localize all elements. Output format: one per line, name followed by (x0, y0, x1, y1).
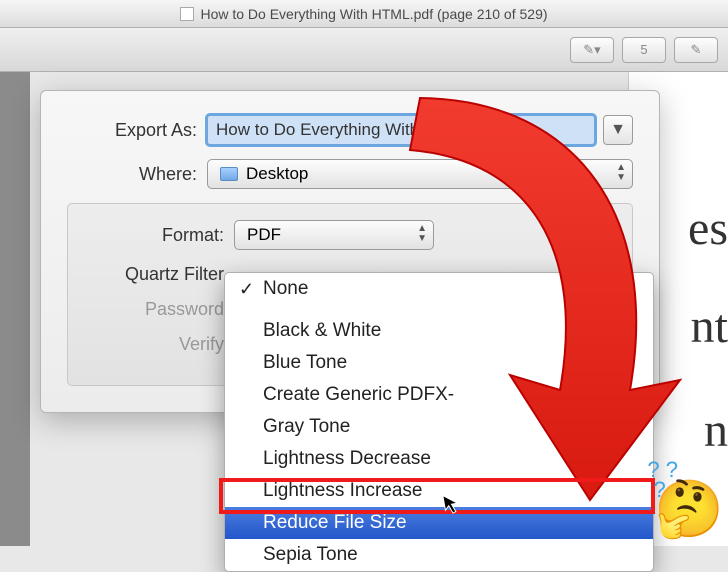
format-label: Format: (84, 225, 234, 246)
where-label: Where: (67, 164, 207, 185)
filter-option-blue[interactable]: Blue Tone (225, 347, 653, 379)
export-as-field[interactable]: How to Do Everything With HTML (207, 115, 595, 145)
filter-option-label: Gray Tone (263, 416, 350, 437)
verify-label: Verify (84, 334, 234, 355)
format-select[interactable]: PDF ▲▼ (234, 220, 434, 250)
chevron-down-icon: ▼ (610, 121, 626, 139)
document-icon (180, 7, 194, 21)
filter-option-pdfx[interactable]: Create Generic PDFX- (225, 379, 653, 411)
toolbar: ✎▾ 5 ✎ (0, 28, 728, 72)
toolbar-annotate-button[interactable]: ✎▾ (570, 37, 614, 63)
updown-icon: ▲▼ (616, 163, 626, 183)
filter-option-light-dec[interactable]: Lightness Decrease (225, 443, 653, 475)
filter-option-label: None (263, 278, 308, 299)
background-text: n (704, 400, 728, 462)
background-text: nt (691, 296, 728, 358)
filter-option-sepia[interactable]: Sepia Tone (225, 539, 653, 571)
filter-option-label: Lightness Decrease (263, 448, 431, 469)
disclosure-button[interactable]: ▼ (603, 115, 633, 145)
thinking-emoji-icon: 🤔 (654, 476, 724, 542)
window-title: How to Do Everything With HTML.pdf (page… (200, 6, 547, 22)
format-row: Format: PDF ▲▼ (84, 220, 616, 250)
where-value: Desktop (246, 164, 308, 184)
filter-option-label: Sepia Tone (263, 544, 358, 565)
filter-option-label: Lightness Increase (263, 480, 423, 501)
menu-separator (225, 305, 653, 315)
filter-option-label: Reduce File Size (263, 512, 407, 533)
where-select[interactable]: Desktop ▲▼ (207, 159, 633, 189)
background-left (0, 72, 30, 546)
export-as-value: How to Do Everything With HTML (216, 120, 470, 140)
quartz-filter-dropdown[interactable]: ✓ None Black & White Blue Tone Create Ge… (224, 272, 654, 572)
password-label: Password (84, 299, 234, 320)
filter-option-light-inc[interactable]: Lightness Increase (225, 475, 653, 507)
filter-option-reduce[interactable]: Reduce File Size (225, 507, 653, 539)
toolbar-button-2[interactable]: 5 (622, 37, 666, 63)
filter-option-none[interactable]: ✓ None (225, 273, 653, 305)
format-value: PDF (247, 225, 281, 245)
folder-icon (220, 167, 238, 181)
background-text: es (688, 198, 728, 260)
check-icon: ✓ (239, 279, 254, 300)
toolbar-edit-button[interactable]: ✎ (674, 37, 718, 63)
updown-icon: ▲▼ (417, 224, 427, 244)
filter-option-gray[interactable]: Gray Tone (225, 411, 653, 443)
quartz-filter-label: Quartz Filter (84, 264, 234, 285)
export-as-row: Export As: How to Do Everything With HTM… (67, 115, 633, 145)
window-titlebar: How to Do Everything With HTML.pdf (page… (0, 0, 728, 28)
where-row: Where: Desktop ▲▼ (67, 159, 633, 189)
filter-option-bw[interactable]: Black & White (225, 315, 653, 347)
filter-option-label: Create Generic PDFX- (263, 384, 454, 405)
export-as-label: Export As: (67, 120, 207, 141)
filter-option-label: Blue Tone (263, 352, 347, 373)
filter-option-label: Black & White (263, 320, 381, 341)
